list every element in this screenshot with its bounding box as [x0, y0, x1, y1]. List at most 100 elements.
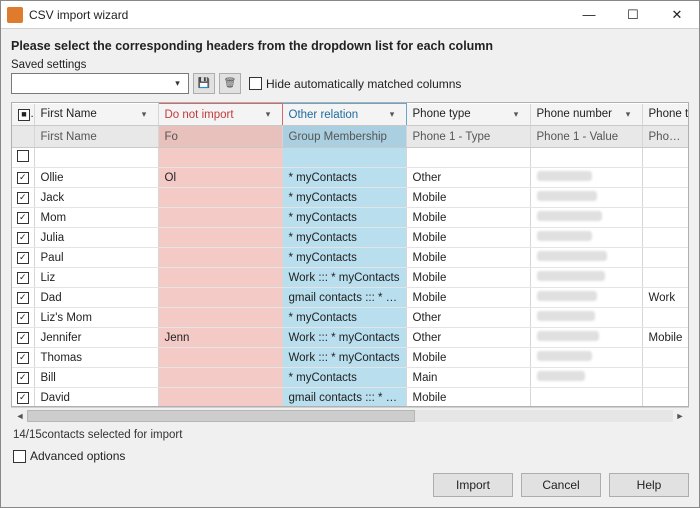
row-checkbox[interactable]: ✓	[17, 392, 29, 404]
mapping-select-phone-type-2[interactable]: Phone type	[642, 104, 689, 126]
cell-first-name: Bill	[34, 368, 158, 388]
cell-phone-type-2	[642, 348, 689, 368]
table-row: ✓OllieOl* myContactsOther	[12, 168, 689, 188]
cell-phone-type: Mobile	[406, 268, 530, 288]
saved-settings-select[interactable]: ▾	[11, 73, 189, 94]
row-checkbox[interactable]: ✓	[17, 172, 29, 184]
cell-do-not-import: Ol	[158, 168, 282, 188]
row-checkbox[interactable]: ✓	[17, 232, 29, 244]
hide-matched-checkbox-wrap[interactable]: Hide automatically matched columns	[249, 77, 461, 91]
window-title: CSV import wizard	[29, 8, 567, 22]
minimize-button[interactable]: —	[567, 1, 611, 29]
source-header: Phone 2 - T	[642, 126, 689, 148]
cell-group: Work ::: * myContacts	[282, 268, 406, 288]
cell-phone-type: Mobile	[406, 388, 530, 408]
table-row: ✓Liz's Mom* myContactsOther	[12, 308, 689, 328]
cell-phone-number	[530, 168, 642, 188]
close-button[interactable]: ✕	[655, 1, 699, 29]
save-icon: 💾	[198, 78, 210, 89]
settings-row: ▾ 💾 🗑 Hide automatically matched columns	[11, 73, 689, 94]
cell-phone-type	[406, 148, 530, 168]
saved-settings-label: Saved settings	[11, 59, 689, 73]
cell-first-name: Jack	[34, 188, 158, 208]
content-area: Please select the corresponding headers …	[1, 29, 699, 465]
row-checkbox-cell[interactable]: ✓	[12, 168, 34, 188]
row-checkbox[interactable]: ✓	[17, 252, 29, 264]
table-row: ✓Mom* myContactsMobile	[12, 208, 689, 228]
cell-group: gmail contacts ::: * myCo…	[282, 288, 406, 308]
advanced-options-label: Advanced options	[30, 449, 125, 463]
advanced-options-row[interactable]: Advanced options	[11, 449, 689, 465]
trash-icon: 🗑	[224, 78, 237, 89]
mapping-select-do-not-import[interactable]: Do not import▾	[158, 104, 282, 126]
delete-settings-button[interactable]: 🗑	[219, 73, 241, 94]
row-checkbox[interactable]: ✓	[17, 272, 29, 284]
chevron-down-icon: ▾	[509, 107, 524, 122]
row-checkbox-cell[interactable]: ✓	[12, 388, 34, 408]
row-checkbox-cell[interactable]: ✓	[12, 208, 34, 228]
row-checkbox[interactable]: ✓	[17, 292, 29, 304]
cell-phone-type-2	[642, 208, 689, 228]
table-row: ✓Bill* myContactsMain	[12, 368, 689, 388]
mapping-select-first-name[interactable]: First Name▾	[34, 104, 158, 126]
cell-first-name: Mom	[34, 208, 158, 228]
save-settings-button[interactable]: 💾	[193, 73, 215, 94]
row-checkbox[interactable]: ✓	[17, 352, 29, 364]
row-checkbox-cell[interactable]: ✓	[12, 328, 34, 348]
select-all-checkbox[interactable]: ■	[18, 109, 30, 121]
select-all-header[interactable]: ■	[12, 104, 34, 126]
source-header-row: First Name Fo Group Membership Phone 1 -…	[12, 126, 689, 148]
cancel-button[interactable]: Cancel	[521, 473, 601, 497]
cell-phone-type-2	[642, 248, 689, 268]
hide-matched-checkbox[interactable]	[249, 77, 262, 90]
cell-first-name: Julia	[34, 228, 158, 248]
cell-do-not-import	[158, 228, 282, 248]
status-text: 14/15contacts selected for import	[11, 423, 689, 449]
row-checkbox-cell[interactable]: ✓	[12, 188, 34, 208]
row-checkbox[interactable]: ✓	[17, 312, 29, 324]
scroll-thumb[interactable]	[27, 410, 415, 422]
row-checkbox-cell[interactable]: ✓	[12, 348, 34, 368]
scroll-right-arrow[interactable]: ►	[673, 410, 687, 422]
cell-phone-type-2	[642, 148, 689, 168]
row-checkbox[interactable]: ✓	[17, 192, 29, 204]
cell-phone-number	[530, 228, 642, 248]
row-checkbox-cell[interactable]: ✓	[12, 248, 34, 268]
import-grid: ■ First Name▾ Do not import▾ Other relat…	[12, 103, 689, 407]
cell-group: * myContacts	[282, 188, 406, 208]
row-checkbox-cell[interactable]: ✓	[12, 308, 34, 328]
cell-phone-type: Mobile	[406, 228, 530, 248]
source-header: Group Membership	[282, 126, 406, 148]
cell-group: gmail contacts ::: * myCo…	[282, 388, 406, 408]
row-checkbox-cell[interactable]	[12, 148, 34, 168]
mapping-select-phone-type[interactable]: Phone type▾	[406, 104, 530, 126]
maximize-button[interactable]: ☐	[611, 1, 655, 29]
scroll-left-arrow[interactable]: ◄	[13, 410, 27, 422]
row-checkbox-cell[interactable]: ✓	[12, 368, 34, 388]
mapping-select-phone-number[interactable]: Phone number▾	[530, 104, 642, 126]
row-checkbox[interactable]: ✓	[17, 372, 29, 384]
cell-do-not-import	[158, 348, 282, 368]
scroll-track[interactable]	[27, 410, 673, 422]
row-checkbox-cell[interactable]: ✓	[12, 288, 34, 308]
cell-group	[282, 148, 406, 168]
cell-phone-type-2	[642, 228, 689, 248]
row-checkbox[interactable]: ✓	[17, 212, 29, 224]
advanced-options-checkbox[interactable]	[13, 450, 26, 463]
row-checkbox-cell[interactable]: ✓	[12, 268, 34, 288]
source-header: Fo	[158, 126, 282, 148]
cell-phone-type: Main	[406, 368, 530, 388]
cell-phone-type-2	[642, 168, 689, 188]
horizontal-scrollbar[interactable]: ◄ ►	[11, 407, 689, 423]
row-checkbox[interactable]: ✓	[17, 332, 29, 344]
chevron-down-icon: ▾	[261, 107, 276, 122]
source-header: Phone 1 - Type	[406, 126, 530, 148]
row-checkbox[interactable]	[17, 150, 29, 162]
help-button[interactable]: Help	[609, 473, 689, 497]
import-button[interactable]: Import	[433, 473, 513, 497]
mapping-select-other-relation[interactable]: Other relation▾	[282, 104, 406, 126]
row-checkbox-cell[interactable]: ✓	[12, 228, 34, 248]
cell-group: * myContacts	[282, 228, 406, 248]
cell-do-not-import	[158, 368, 282, 388]
table-row	[12, 148, 689, 168]
